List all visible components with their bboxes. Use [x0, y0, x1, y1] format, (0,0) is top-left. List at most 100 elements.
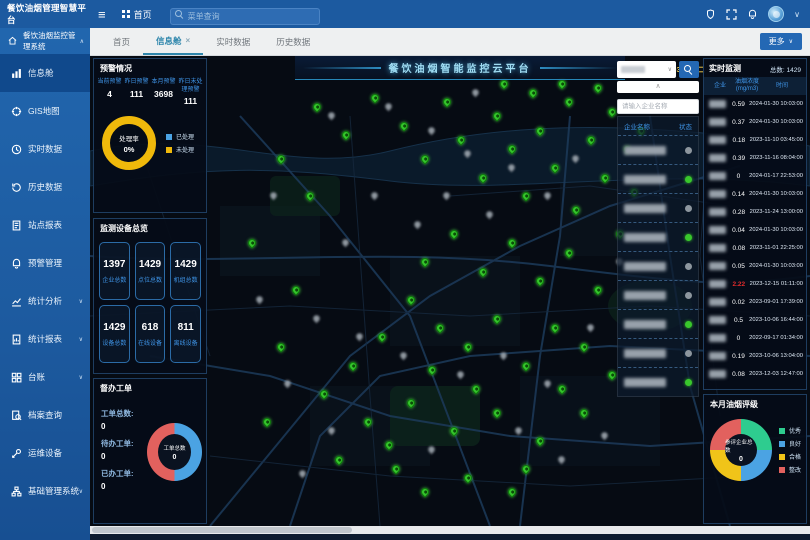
sidebar-item-cockpit[interactable]: 信息舱: [0, 54, 90, 92]
realtime-row[interactable]: 2.22 2023-12-15 01:11:00: [704, 275, 806, 293]
sidebar-item-label: 统计分析: [28, 295, 62, 307]
user-chevron-down-icon[interactable]: ∨: [794, 10, 800, 19]
chevron-down-icon: ∨: [79, 374, 83, 381]
realtime-row[interactable]: 0.08 2023-11-01 22:25:00: [704, 239, 806, 257]
realtime-row[interactable]: 0.39 2023-11-16 08:04:00: [704, 149, 806, 167]
legend-item-整改[interactable]: 整改: [779, 465, 801, 474]
realtime-row[interactable]: 0.5 2023-10-06 16:44:00: [704, 311, 806, 329]
realtime-row[interactable]: 0.04 2024-01-30 10:03:00: [704, 221, 806, 239]
company-list-item[interactable]: [618, 309, 698, 338]
horizontal-scrollbar[interactable]: [90, 526, 810, 534]
company-list-item[interactable]: [618, 222, 698, 251]
card-label: 点位总数: [138, 275, 162, 284]
realtime-row[interactable]: 0.02 2023-09-01 17:39:00: [704, 293, 806, 311]
scrollbar-thumb[interactable]: [92, 527, 352, 533]
fullscreen-icon[interactable]: [726, 9, 737, 20]
company-list-item[interactable]: [618, 135, 698, 164]
legend-swatch: [779, 467, 785, 473]
company-select[interactable]: ∨: [617, 61, 676, 78]
company-filter-input[interactable]: [617, 99, 699, 114]
reading-time: 2022-09-17 01:34:00: [749, 335, 803, 341]
legend-item-良好[interactable]: 良好: [779, 439, 801, 448]
company-list-item[interactable]: [618, 367, 698, 396]
company-list-item[interactable]: [618, 164, 698, 193]
more-button[interactable]: 更多 ∨: [760, 33, 802, 50]
sidebar-item-archive[interactable]: 档案查询: [0, 396, 90, 434]
sidebar-item-report[interactable]: 站点报表: [0, 206, 90, 244]
company-list-item[interactable]: [618, 193, 698, 222]
tab-实时数据[interactable]: 实时数据: [203, 28, 263, 55]
process-rate-donut: 处理率 0%: [102, 116, 156, 170]
hamburger-menu-icon[interactable]: ≡: [98, 8, 106, 21]
legend-item-合格[interactable]: 合格: [779, 452, 801, 461]
company-name-blurred: [624, 233, 666, 242]
card-label: 在线设备: [138, 338, 162, 347]
chevron-down-icon: ∨: [789, 38, 793, 45]
device-stat-card[interactable]: 1429 点位总数: [135, 242, 166, 300]
legend-item-未处理[interactable]: 未处理: [166, 145, 194, 154]
home-icon: [8, 36, 19, 47]
realtime-row[interactable]: 0.37 2024-01-30 10:03:00: [704, 113, 806, 131]
sidebar-menu: 信息舱GIS地图实时数据历史数据站点报表预警管理统计分析∨统计报表∨台账∨档案查…: [0, 54, 90, 510]
company-name-blurred: [709, 118, 726, 126]
realtime-row[interactable]: 0 2022-09-17 01:34:00: [704, 329, 806, 347]
realtime-row[interactable]: 0.18 2023-11-10 03:45:00: [704, 131, 806, 149]
company-list-item[interactable]: [618, 251, 698, 280]
header-home-link[interactable]: 首页: [122, 8, 152, 21]
realtime-row[interactable]: 0.59 2024-01-30 10:03:00: [704, 95, 806, 113]
device-stat-card[interactable]: 1429 设备总数: [99, 305, 130, 363]
company-name-blurred: [709, 154, 726, 162]
cockpit-icon: [11, 68, 22, 79]
sidebar-item-device[interactable]: 运维设备: [0, 434, 90, 472]
sidebar-item-analysis[interactable]: 统计分析∨: [0, 282, 90, 320]
menu-search-input[interactable]: [170, 8, 320, 25]
sidebar-group-header[interactable]: 餐饮油烟监控管理系统 ∧: [0, 28, 90, 54]
legend-item-优秀[interactable]: 优秀: [779, 426, 801, 435]
device-stat-card[interactable]: 1429 机组总数: [170, 242, 201, 300]
realtime-row[interactable]: 0 2024-01-17 22:53:00: [704, 167, 806, 185]
dropdown-collapse[interactable]: ∧: [617, 81, 699, 93]
device-stat-card[interactable]: 618 在线设备: [135, 305, 166, 363]
reading-time: 2023-11-24 13:00:00: [750, 209, 803, 215]
col-concentration: 油烟浓度 (mg/m3): [733, 79, 761, 93]
sidebar-item-alarm[interactable]: 预警管理: [0, 244, 90, 282]
report-icon: [11, 220, 22, 231]
reading-time: 2024-01-17 22:53:00: [749, 173, 803, 179]
realtime-row[interactable]: 0.08 2023-12-03 12:47:00: [704, 365, 806, 383]
reading-time: 2023-10-06 16:44:00: [749, 317, 803, 323]
device-stat-card[interactable]: 1397 企业总数: [99, 242, 130, 300]
device-stat-card[interactable]: 811 离线设备: [170, 305, 201, 363]
legend-item-已处理[interactable]: 已处理: [166, 132, 194, 141]
tab-首页[interactable]: 首页: [100, 28, 143, 55]
sidebar-item-statement[interactable]: 统计报表∨: [0, 320, 90, 358]
company-list-item[interactable]: [618, 280, 698, 309]
devices-grid: 1397 企业总数1429 点位总数1429 机组总数 1429 设备总数618 …: [94, 237, 206, 368]
card-value: 618: [142, 322, 159, 333]
tab-历史数据[interactable]: 历史数据: [263, 28, 323, 55]
realtime-row[interactable]: 0.28 2023-11-24 13:00:00: [704, 203, 806, 221]
company-list-item[interactable]: [618, 338, 698, 367]
app-title: 餐饮油烟管理智慧平台: [0, 2, 92, 26]
realtime-row[interactable]: 0.05 2024-01-30 10:03:00: [704, 257, 806, 275]
sidebar-item-history[interactable]: 历史数据: [0, 168, 90, 206]
company-name-blurred: [624, 291, 666, 300]
sidebar-item-gis[interactable]: GIS地图: [0, 92, 90, 130]
status-dot-offline: [685, 292, 692, 299]
notification-bell-icon[interactable]: [747, 9, 758, 20]
user-avatar[interactable]: [768, 6, 784, 22]
sidebar-item-ledger[interactable]: 台账∨: [0, 358, 90, 396]
company-search-button[interactable]: [679, 61, 699, 78]
tab-信息舱[interactable]: 信息舱×: [143, 28, 203, 55]
realtime-row[interactable]: 0.14 2024-01-30 10:03:00: [704, 185, 806, 203]
badge-icon[interactable]: [705, 9, 716, 20]
close-icon[interactable]: ×: [186, 28, 191, 54]
workorder-panel: 督办工单 工单总数: 0待办工单: 0已办工单: 0 工单总数 0: [93, 378, 207, 524]
company-name-blurred: [624, 262, 666, 271]
stat-label: 本月预警: [150, 79, 177, 87]
realtime-row[interactable]: 0.19 2023-10-06 13:04:00: [704, 347, 806, 365]
sidebar-item-system[interactable]: 基础管理系统∨: [0, 472, 90, 510]
company-name-blurred: [709, 262, 726, 270]
company-name-blurred: [624, 204, 666, 213]
process-rate-value: 0%: [124, 145, 135, 154]
sidebar-item-realtime[interactable]: 实时数据: [0, 130, 90, 168]
